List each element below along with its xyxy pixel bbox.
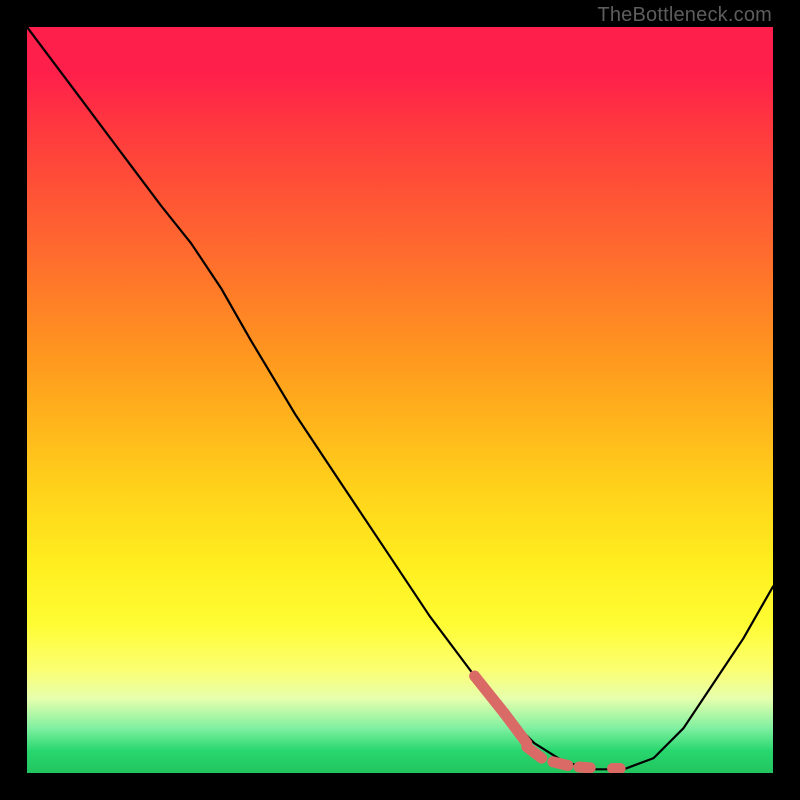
- frame-bottom: [0, 773, 800, 800]
- frame-left: [0, 0, 27, 800]
- watermark: TheBottleneck.com: [597, 4, 772, 27]
- chart-container: TheBottleneck.com: [0, 0, 800, 800]
- frame-right: [773, 0, 800, 800]
- line-overlay: [27, 27, 773, 773]
- bottleneck-curve: [27, 27, 773, 769]
- highlight-dashes: [475, 676, 620, 769]
- plot-area: [27, 27, 773, 773]
